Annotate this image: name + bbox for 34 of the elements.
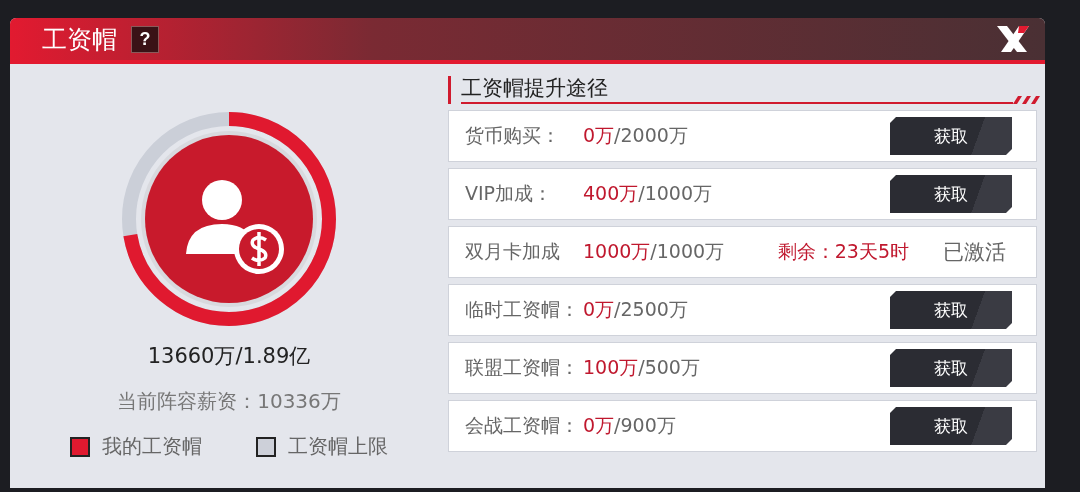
total-amount: /1000万 <box>638 181 713 206</box>
current-salary: 当前阵容薪资：10336万 <box>117 388 341 415</box>
current-amount: 400万 <box>583 181 639 206</box>
route-label: 联盟工资帽： <box>465 355 580 380</box>
person-money-icon <box>186 180 284 274</box>
total-amount: /2500万 <box>614 297 688 322</box>
route-label: 货币购买： <box>465 123 561 148</box>
current-amount: 0万 <box>583 297 615 322</box>
get-button[interactable]: 获取 <box>890 407 1012 445</box>
legend-label: 工资帽上限 <box>288 433 388 460</box>
current-amount: 1000万 <box>583 239 651 264</box>
total-amount: /1000万 <box>650 239 725 264</box>
current-amount: 0万 <box>583 413 615 438</box>
remaining-time: 剩余：23天5时 <box>777 239 909 264</box>
get-button[interactable]: 获取 <box>890 349 1012 387</box>
get-button[interactable]: 获取 <box>890 291 1012 329</box>
section-title: 工资帽提升途径 <box>461 74 1013 104</box>
get-button[interactable]: 获取 <box>890 175 1012 213</box>
activated-status: 已激活 <box>943 239 1006 266</box>
total-amount: /2000万 <box>614 123 688 148</box>
route-label: 双月卡加成 <box>465 239 561 264</box>
hatch-icon <box>1013 96 1041 104</box>
current-amount: 100万 <box>583 355 639 380</box>
route-label: VIP加成： <box>465 181 554 206</box>
legend-label: 我的工资帽 <box>102 433 202 460</box>
current-amount: 0万 <box>583 123 615 148</box>
total-amount: /900万 <box>614 413 676 438</box>
help-button[interactable]: ? <box>131 25 159 53</box>
route-label: 会战工资帽： <box>465 413 580 438</box>
route-label: 临时工资帽： <box>465 297 580 322</box>
total-amount: /500万 <box>638 355 700 380</box>
dialog-title: 工资帽 <box>42 23 117 56</box>
get-button[interactable]: 获取 <box>890 117 1012 155</box>
cap-reading: 13660万/1.89亿 <box>147 343 311 370</box>
